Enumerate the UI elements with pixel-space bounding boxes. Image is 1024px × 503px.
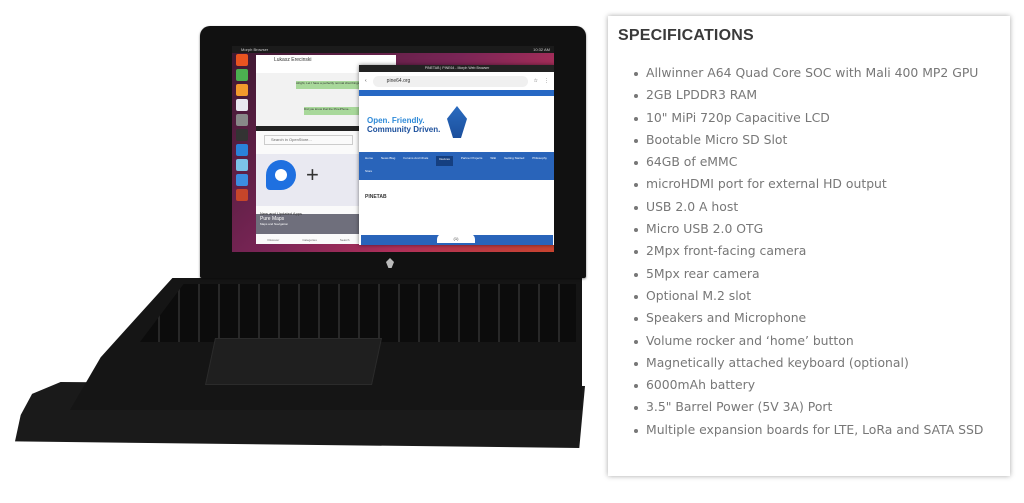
site-nav-item: News Blog bbox=[381, 156, 396, 160]
tablet-screen: Morph Browser 10:32 AM Lukasz Erecinski … bbox=[232, 46, 554, 252]
openstore-window: Search in OpenStore... + Pure Maps Maps … bbox=[256, 126, 361, 244]
featured-banner: + Pure Maps Maps and Navigation bbox=[256, 154, 361, 234]
site-nav: Home News Blog Forums And Chats Devices … bbox=[359, 152, 554, 180]
site-nav-item: Home bbox=[365, 156, 374, 160]
spec-item: USB 2.0 A host bbox=[634, 196, 1000, 218]
specifications-panel: SPECIFICATIONS Allwinner A64 Quad Core S… bbox=[608, 16, 1010, 476]
url-field: pine64.org bbox=[372, 75, 528, 87]
keyboard-keys bbox=[140, 284, 576, 342]
spec-item: Allwinner A64 Quad Core SOC with Mali 40… bbox=[634, 62, 1000, 84]
spec-item: 2Mpx front-facing camera bbox=[634, 240, 1000, 262]
site-nav-item: Wiki bbox=[490, 156, 497, 160]
spec-item: Micro USB 2.0 OTG bbox=[634, 218, 1000, 240]
terminal-icon bbox=[236, 189, 248, 201]
spec-item: 3.5" Barrel Power (5V 3A) Port bbox=[634, 396, 1000, 418]
browser-icon bbox=[236, 144, 248, 156]
page-heading: PINETAB bbox=[365, 194, 387, 200]
spec-item: Multiple expansion boards for LTE, LoRa … bbox=[634, 419, 1000, 441]
spec-item: 2GB LPDDR3 RAM bbox=[634, 84, 1000, 106]
app-dock bbox=[236, 54, 250, 201]
spec-item: 5Mpx rear camera bbox=[634, 263, 1000, 285]
bookmark-star-icon: ☆ bbox=[533, 78, 538, 84]
spec-item: Bootable Micro SD Slot bbox=[634, 129, 1000, 151]
site-nav-item: Forums And Chats bbox=[403, 156, 429, 160]
settings-icon bbox=[236, 114, 248, 126]
back-icon: ‹ bbox=[365, 78, 367, 84]
gallery-icon bbox=[236, 159, 248, 171]
telegram-icon bbox=[236, 174, 248, 186]
hero-line2: Community Driven. bbox=[367, 125, 441, 134]
touchpad bbox=[205, 338, 382, 385]
pure-maps-icon bbox=[266, 160, 296, 190]
spec-item: 64GB of eMMC bbox=[634, 151, 1000, 173]
site-nav-item: Philosophy bbox=[532, 156, 547, 160]
browser-urlbar: ‹ pine64.org ☆ ⋮ bbox=[359, 72, 554, 90]
screen-topbar: Morph Browser 10:32 AM bbox=[232, 46, 554, 53]
product-photo: Morph Browser 10:32 AM Lukasz Erecinski … bbox=[0, 0, 600, 503]
spec-item: Optional M.2 slot bbox=[634, 285, 1000, 307]
ubuntu-icon bbox=[236, 54, 248, 66]
tab-counter: (1) bbox=[437, 234, 475, 243]
spec-item: 10" MiPi 720p Capacitive LCD bbox=[634, 107, 1000, 129]
topbar-app-name: Morph Browser bbox=[241, 47, 269, 52]
site-hero: Open. Friendly. Community Driven. bbox=[359, 96, 554, 152]
spec-item: microHDMI port for external HD output bbox=[634, 173, 1000, 195]
featured-app-subtitle: Maps and Navigation bbox=[260, 222, 289, 226]
site-nav-item: Store bbox=[365, 168, 373, 173]
store-tab: Categories bbox=[302, 238, 317, 242]
site-nav-item: Devices bbox=[436, 156, 453, 166]
store-tab: Discover bbox=[267, 238, 280, 242]
store-tabs: Discover Categories Search bbox=[256, 230, 361, 244]
menu-kebab-icon: ⋮ bbox=[544, 78, 549, 84]
spec-item: Volume rocker and ‘home’ button bbox=[634, 330, 1000, 352]
spec-item: 6000mAh battery bbox=[634, 374, 1000, 396]
browser-title: PINETAB | PINE64 - Morph Web Browser bbox=[359, 65, 554, 72]
store-search-input: Search in OpenStore... bbox=[264, 135, 353, 145]
spec-item: Magnetically attached keyboard (optional… bbox=[634, 352, 1000, 374]
site-nav-item: Partner Projects bbox=[460, 156, 483, 160]
store-tab: Search bbox=[339, 238, 350, 242]
pine-cone-logo-icon bbox=[447, 106, 467, 138]
appstore-icon bbox=[236, 129, 248, 141]
phone-icon bbox=[236, 69, 248, 81]
browser-window: PINETAB | PINE64 - Morph Web Browser ‹ p… bbox=[359, 65, 554, 245]
hero-line1: Open. Friendly. bbox=[367, 116, 425, 125]
messages-icon bbox=[236, 84, 248, 96]
contacts-icon bbox=[236, 99, 248, 111]
topbar-clock: 10:32 AM bbox=[533, 47, 550, 52]
specifications-title: SPECIFICATIONS bbox=[618, 27, 754, 44]
site-nav-item: Getting Started bbox=[504, 156, 525, 160]
specifications-list: Allwinner A64 Quad Core SOC with Mali 40… bbox=[618, 62, 1000, 441]
store-section-label: New and Updated Apps bbox=[260, 211, 303, 216]
spec-item: Speakers and Microphone bbox=[634, 307, 1000, 329]
